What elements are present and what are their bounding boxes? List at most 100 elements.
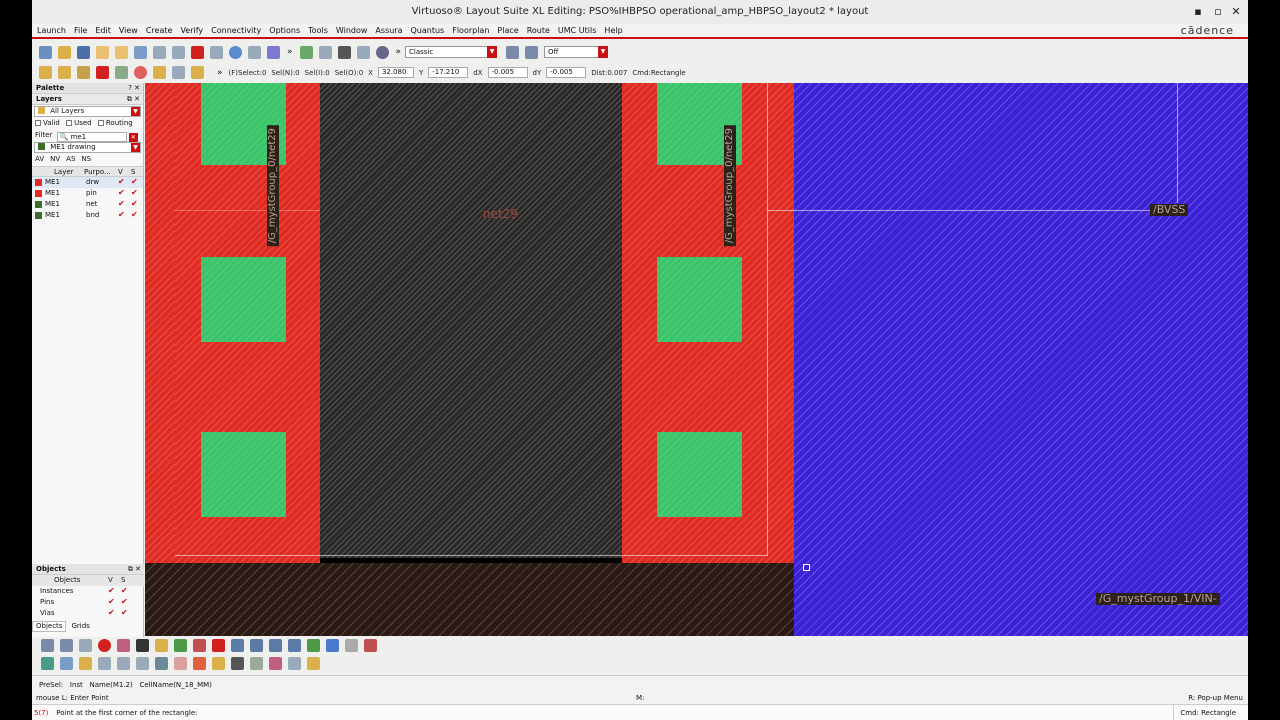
menu-create[interactable]: Create [146, 26, 173, 35]
bvss-pin-label[interactable]: /BVSS [1150, 204, 1189, 216]
toolbar-more-icon[interactable]: » [287, 47, 293, 57]
waveform-icon[interactable] [307, 657, 320, 670]
stretch-icon[interactable] [172, 45, 185, 59]
objects-close-icon[interactable]: ⧉ ✕ [128, 564, 141, 575]
menu-verify[interactable]: Verify [180, 26, 203, 35]
cross-icon[interactable] [136, 639, 149, 652]
object-row[interactable]: Instances ✔ ✔ [32, 586, 144, 597]
left-net-label[interactable]: /G_mystGroup_0/net29 [267, 125, 279, 247]
route-icon[interactable] [337, 45, 351, 59]
gravity-icon[interactable] [77, 66, 90, 79]
refresh-icon[interactable] [267, 45, 280, 59]
zoom-search-icon[interactable] [375, 45, 389, 59]
off-select[interactable]: Off ▼ [544, 46, 609, 58]
mode-select[interactable]: Classic ▼ [405, 46, 498, 58]
selectable-check-icon[interactable]: ✔ [131, 200, 138, 208]
panel-close-icon[interactable]: ? ✕ [128, 83, 140, 94]
me2-blue-shape[interactable] [794, 83, 1248, 636]
menu-launch[interactable]: Launch [37, 26, 66, 35]
none-selectable-button[interactable]: NS [81, 154, 91, 165]
selectable-check-icon[interactable]: ✔ [121, 609, 128, 617]
layout-canvas[interactable]: /G_mystGroup_0/net29 /G_mystGroup_0/net2… [145, 83, 1248, 636]
rotate-icon[interactable] [307, 639, 320, 652]
snap-icon[interactable] [250, 639, 263, 652]
selectable-check-icon[interactable]: ✔ [131, 211, 138, 219]
warning-icon[interactable] [153, 66, 166, 79]
valid-checkbox[interactable] [35, 120, 41, 126]
zoom-fit-icon[interactable] [41, 639, 54, 652]
menu-file[interactable]: File [74, 26, 87, 35]
pencil-icon[interactable] [345, 639, 358, 652]
undo-icon[interactable] [96, 45, 109, 59]
create-ruler-icon[interactable] [136, 657, 149, 670]
grid-icon[interactable] [172, 66, 185, 79]
create-guardring-icon[interactable] [174, 657, 187, 670]
create-path-icon[interactable] [98, 657, 111, 670]
chart-icon[interactable] [174, 639, 187, 652]
minimize-icon[interactable]: ▪ [1188, 0, 1208, 24]
none-visible-button[interactable]: NV [50, 154, 60, 165]
right-net-label[interactable]: /G_mystGroup_0/net29 [724, 125, 736, 247]
menu-assura[interactable]: Assura [375, 26, 402, 35]
menu-place[interactable]: Place [497, 26, 518, 35]
grid-toggle-icon[interactable] [269, 639, 282, 652]
partial-select-icon[interactable] [58, 66, 71, 79]
menu-view[interactable]: View [119, 26, 138, 35]
selectable-check-icon[interactable]: ✔ [131, 189, 138, 197]
create-via-icon[interactable] [41, 657, 54, 670]
menu-window[interactable]: Window [336, 26, 368, 35]
bottom-diffusion-strip[interactable] [145, 563, 794, 636]
selectable-check-icon[interactable]: ✔ [121, 587, 128, 595]
layer-row[interactable]: ME1 drw ✔ ✔ [32, 177, 143, 188]
move-icon[interactable] [134, 45, 147, 59]
used-checkbox[interactable] [66, 120, 73, 126]
stop-icon[interactable] [134, 66, 147, 79]
flip-icon[interactable] [326, 639, 339, 652]
create-group-icon[interactable] [269, 657, 282, 670]
visible-check-icon[interactable]: ✔ [118, 178, 125, 186]
filter-input[interactable]: 🔍 me1 [56, 132, 127, 142]
zoom-icon[interactable] [115, 66, 128, 79]
create-inst-icon[interactable] [60, 657, 73, 670]
new-icon[interactable] [39, 45, 52, 59]
menu-help[interactable]: Help [604, 26, 622, 35]
create-bus-icon[interactable] [212, 657, 225, 670]
vin-pin-label[interactable]: /G_mystGroup_1/VIN- [1096, 593, 1220, 605]
visible-check-icon[interactable]: ✔ [118, 200, 125, 208]
open-icon[interactable] [58, 45, 71, 59]
layer-row[interactable]: ME1 pin ✔ ✔ [32, 188, 143, 199]
place-pin-icon[interactable] [299, 45, 313, 59]
ruler-icon[interactable] [193, 639, 206, 652]
routing-checkbox[interactable] [97, 120, 104, 126]
create-label-icon[interactable] [79, 657, 92, 670]
left-metal-strip[interactable] [145, 83, 175, 563]
label-icon[interactable] [155, 639, 168, 652]
crosshair-icon[interactable] [96, 66, 109, 79]
layer-row[interactable]: ME1 bnd ✔ ✔ [32, 210, 143, 221]
highlight-icon[interactable] [191, 66, 204, 79]
properties-icon[interactable] [210, 45, 223, 59]
contact-left-mid[interactable] [201, 257, 286, 342]
tab-objects[interactable]: Objects [32, 621, 67, 632]
object-row[interactable]: Pins ✔ ✔ [32, 597, 144, 608]
create-polygon-icon[interactable] [117, 657, 130, 670]
zoom-out-icon[interactable] [79, 639, 92, 652]
close-icon[interactable]: ✕ [1226, 0, 1246, 24]
gate-poly-region[interactable] [320, 83, 622, 558]
contact-right-bottom[interactable] [657, 432, 742, 517]
visible-check-icon[interactable]: ✔ [108, 598, 115, 606]
current-layer-select[interactable]: ME1 drawing ▼ [34, 142, 141, 153]
menu-edit[interactable]: Edit [95, 26, 111, 35]
all-selectable-button[interactable]: AS [66, 154, 75, 165]
selectable-check-icon[interactable]: ✔ [131, 178, 138, 186]
menu-floorplan[interactable]: Floorplan [452, 26, 489, 35]
redo-icon[interactable] [115, 45, 128, 59]
visible-check-icon[interactable]: ✔ [118, 211, 125, 219]
contact-right-mid[interactable] [657, 257, 742, 342]
pan-icon[interactable] [117, 639, 130, 652]
net29-label[interactable]: net29 [483, 207, 518, 221]
wire-icon[interactable] [318, 45, 332, 59]
stop-redraw-icon[interactable] [98, 639, 111, 652]
menu-umc-utils[interactable]: UMC Utils [558, 26, 597, 35]
layers-close-icon[interactable]: ⧉ ✕ [127, 94, 140, 105]
